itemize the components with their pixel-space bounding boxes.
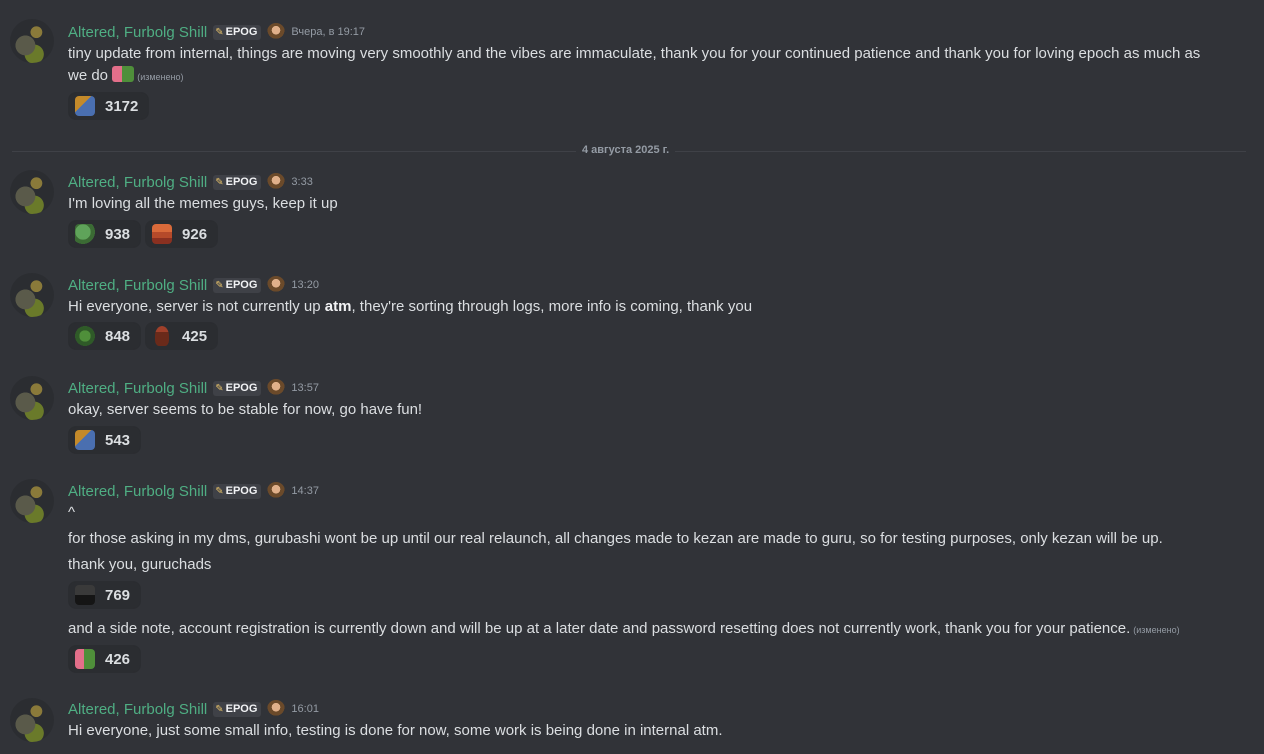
reaction[interactable]: 3172: [68, 92, 150, 120]
author-name[interactable]: Altered, Furbolg Shill: [68, 174, 207, 191]
edited-label: (изменено): [137, 72, 184, 82]
timestamp[interactable]: 16:01: [291, 703, 319, 715]
guild-tag-label: EPOG: [225, 26, 258, 38]
message-text: okay, server seems to be stable for now,…: [68, 401, 423, 418]
author-name[interactable]: Altered, Furbolg Shill: [68, 277, 207, 294]
pen-icon: ✎: [215, 703, 224, 715]
reaction-count: 543: [105, 431, 131, 449]
guild-tag[interactable]: ✎ EPOG: [213, 174, 262, 190]
pen-icon: ✎: [215, 176, 224, 188]
message-text: we do: [68, 67, 109, 84]
message-text: Hi everyone, server is not currently up: [68, 298, 325, 315]
message-content: Hi everyone, server is not currently up …: [68, 296, 752, 318]
edited-label: (изменено): [1133, 625, 1180, 635]
author-name[interactable]: Altered, Furbolg Shill: [68, 701, 207, 718]
reactions: 543: [68, 426, 142, 454]
reaction[interactable]: 425: [145, 322, 219, 350]
message-header: Altered, Furbolg Shill ✎ EPOG 14:37: [68, 481, 319, 501]
guild-tag[interactable]: ✎ EPOG: [213, 24, 262, 40]
avatar[interactable]: [10, 170, 54, 214]
avatar[interactable]: [10, 698, 54, 742]
pen-icon: ✎: [215, 485, 224, 497]
reaction-count: 426: [105, 650, 131, 668]
timestamp[interactable]: Вчера, в 19:17: [291, 26, 365, 38]
reaction-count: 926: [182, 225, 208, 243]
message-header: Altered, Furbolg Shill ✎ EPOG 13:20: [68, 275, 319, 295]
avatar[interactable]: [10, 19, 54, 63]
timestamp[interactable]: 3:33: [291, 176, 312, 188]
reaction-count: 425: [182, 327, 208, 345]
guild-tag-label: EPOG: [225, 485, 258, 497]
reactions: 3172: [68, 92, 150, 120]
role-icon[interactable]: [267, 276, 286, 294]
dwarf-emoji: [152, 224, 173, 244]
reaction[interactable]: 938: [68, 220, 142, 248]
message-text: Hi everyone, just some small info, testi…: [68, 722, 723, 739]
avatar[interactable]: [10, 273, 54, 317]
guild-tag-label: EPOG: [225, 279, 258, 291]
role-icon[interactable]: [267, 173, 286, 191]
reactions: 938 926: [68, 220, 219, 248]
reaction-count: 848: [105, 327, 131, 345]
reaction[interactable]: 543: [68, 426, 142, 454]
message-header: Altered, Furbolg Shill ✎ EPOG 13:57: [68, 378, 319, 398]
message-text: and a side note, account registration is…: [68, 620, 1131, 637]
guild-tag[interactable]: ✎ EPOG: [213, 380, 262, 396]
guild-tag-label: EPOG: [225, 382, 258, 394]
message-content: and a side note, account registration is…: [68, 618, 1180, 641]
pen-icon: ✎: [215, 26, 224, 38]
reaction-count: 769: [105, 586, 131, 604]
reaction[interactable]: 848: [68, 322, 142, 350]
message-header: Altered, Furbolg Shill ✎ EPOG 3:33: [68, 172, 313, 192]
timestamp[interactable]: 13:20: [291, 279, 319, 291]
dark-emoji: [75, 585, 95, 605]
reactions: 848 425: [68, 322, 219, 350]
pen-icon: ✎: [215, 279, 224, 291]
message-text: for those asking in my dms, gurubashi wo…: [68, 530, 1163, 547]
pink-pepe-emoji: [75, 649, 95, 669]
message-text: tiny update from internal, things are mo…: [68, 45, 1201, 62]
reaction[interactable]: 426: [68, 645, 142, 673]
reactions: 769: [68, 581, 142, 609]
reaction-count: 938: [105, 225, 131, 243]
reaction-count: 3172: [105, 97, 139, 115]
message-text: I'm loving all the memes guys, keep it u…: [68, 195, 338, 212]
message-text: ^: [68, 504, 76, 521]
role-icon[interactable]: [267, 379, 286, 397]
guild-tag[interactable]: ✎ EPOG: [213, 277, 262, 293]
message-header: Altered, Furbolg Shill ✎ EPOG Вчера, в 19…: [68, 22, 365, 42]
guild-tag[interactable]: ✎ EPOG: [213, 483, 262, 499]
date-divider-label: 4 августа 2025 г.: [576, 144, 676, 156]
avatar[interactable]: [10, 479, 54, 523]
timestamp[interactable]: 13:57: [291, 382, 319, 394]
avatar[interactable]: [10, 376, 54, 420]
reaction[interactable]: 926: [145, 220, 219, 248]
pepe-emoji: [75, 326, 95, 346]
bold-text: atm: [324, 298, 352, 315]
guild-tag-label: EPOG: [225, 703, 258, 715]
pepe-hug-emoji[interactable]: [112, 66, 135, 82]
role-icon[interactable]: [267, 482, 286, 500]
pepe-emoji: [75, 224, 95, 244]
role-icon[interactable]: [267, 700, 286, 718]
author-name[interactable]: Altered, Furbolg Shill: [68, 380, 207, 397]
guild-tag-label: EPOG: [225, 176, 258, 188]
log-emoji: [155, 326, 170, 346]
message-text: thank you, guruchads: [68, 556, 212, 573]
message-header: Altered, Furbolg Shill ✎ EPOG 16:01: [68, 699, 319, 719]
message-content: tiny update from internal, things are mo…: [68, 43, 1200, 88]
author-name[interactable]: Altered, Furbolg Shill: [68, 483, 207, 500]
pen-icon: ✎: [215, 382, 224, 394]
reaction[interactable]: 769: [68, 581, 142, 609]
reactions: 426: [68, 645, 142, 673]
epoch-emoji: [75, 430, 95, 450]
epoch-emoji: [75, 96, 95, 116]
message-text: , they're sorting through logs, more inf…: [351, 298, 753, 315]
guild-tag[interactable]: ✎ EPOG: [213, 701, 262, 717]
role-icon[interactable]: [267, 23, 286, 41]
timestamp[interactable]: 14:37: [291, 485, 319, 497]
author-name[interactable]: Altered, Furbolg Shill: [68, 24, 207, 41]
